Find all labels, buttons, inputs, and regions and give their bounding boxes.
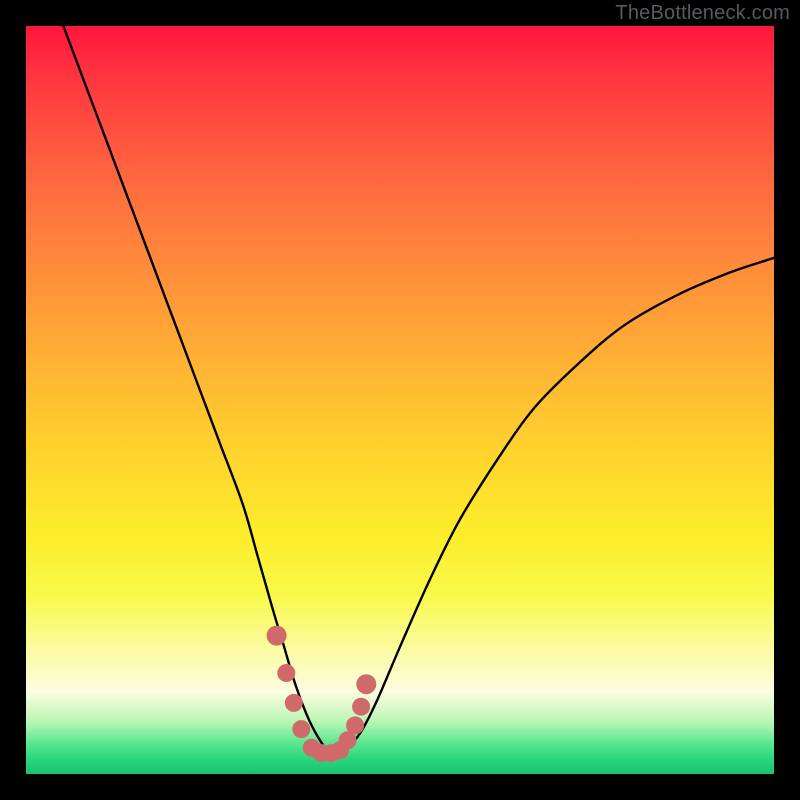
curve-svg <box>26 26 774 774</box>
optimal-marker <box>346 716 364 734</box>
plot-area <box>26 26 774 774</box>
optimal-marker <box>285 694 303 712</box>
optimal-marker <box>277 664 295 682</box>
optimal-marker <box>356 674 376 694</box>
bottleneck-curve <box>63 26 774 753</box>
optimal-marker <box>267 626 287 646</box>
optimal-marker <box>352 698 370 716</box>
watermark-text: TheBottleneck.com <box>615 2 790 25</box>
chart-frame: TheBottleneck.com <box>0 0 800 800</box>
optimal-marker <box>292 720 310 738</box>
